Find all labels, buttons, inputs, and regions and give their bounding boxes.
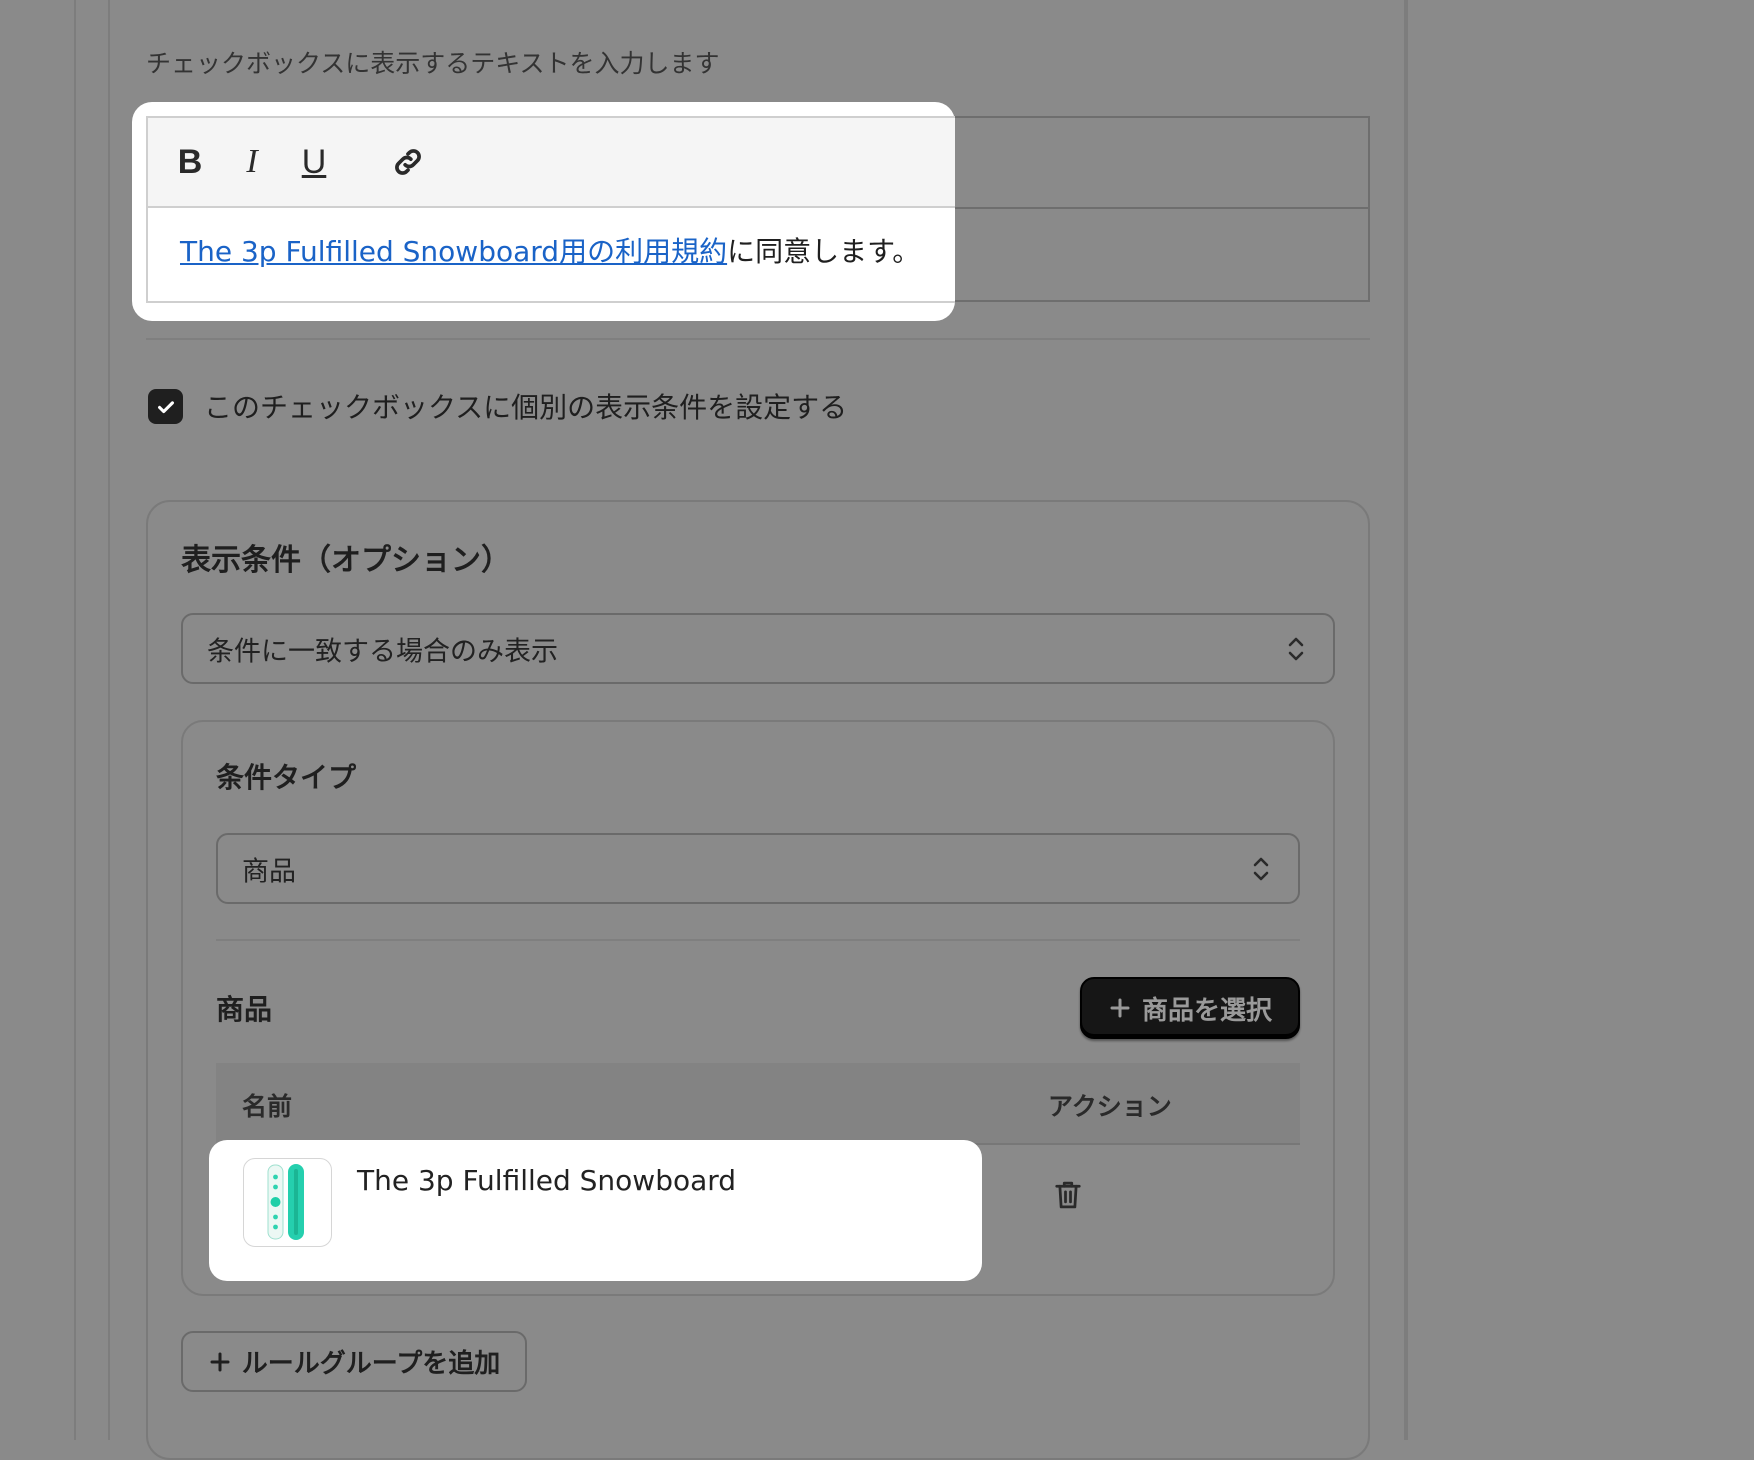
editor-highlight: B I U The 3p Fulfilled Snowboard用の利用規約に同… — [132, 102, 955, 321]
condition-type-value: 商品 — [242, 856, 296, 887]
column-header-name: 名前 — [242, 1092, 293, 1121]
visibility-checkbox[interactable] — [148, 389, 183, 424]
condition-type-select[interactable]: 商品 — [216, 833, 1300, 904]
conditions-title: 表示条件（オプション） — [181, 543, 511, 578]
add-rule-group-button[interactable]: ルールグループを追加 — [181, 1331, 527, 1392]
display-mode-value: 条件に一致する場合のみ表示 — [207, 636, 558, 667]
product-thumbnail — [243, 1158, 332, 1247]
chevron-updown-icon — [1288, 637, 1304, 660]
rule-group-divider — [216, 939, 1300, 941]
link-icon — [395, 149, 421, 175]
column-header-action: アクション — [1048, 1092, 1172, 1121]
editor-toolbar: B I U — [148, 118, 955, 208]
trash-icon — [1055, 1181, 1081, 1209]
add-rule-group-label: ルールグループを追加 — [241, 1349, 501, 1379]
visibility-checkbox-label: このチェックボックスに個別の表示条件を設定する — [204, 391, 848, 424]
bold-button[interactable]: B — [168, 140, 212, 184]
terms-link[interactable]: The 3p Fulfilled Snowboard用の利用規約 — [180, 235, 727, 268]
editor-content[interactable]: The 3p Fulfilled Snowboard用の利用規約に同意します。 — [180, 230, 920, 270]
products-table-header: 名前 アクション — [216, 1063, 1300, 1145]
select-products-label: 商品を選択 — [1141, 995, 1272, 1026]
products-title: 商品 — [216, 993, 273, 1026]
check-icon — [157, 400, 174, 413]
chevron-updown-icon — [1253, 857, 1269, 880]
plus-icon — [210, 1352, 230, 1371]
table-row: The 3p Fulfilled Snowboard — [209, 1140, 982, 1281]
delete-product-button[interactable] — [1053, 1178, 1083, 1216]
editor-helper-text: チェックボックスに表示するテキストを入力します — [146, 49, 720, 78]
plus-icon — [1110, 998, 1130, 1018]
section-divider — [146, 338, 1370, 340]
underline-button[interactable]: U — [292, 140, 336, 184]
select-products-button[interactable]: 商品を選択 — [1080, 977, 1300, 1039]
product-name: The 3p Fulfilled Snowboard — [357, 1164, 737, 1197]
rich-text-editor: B I U The 3p Fulfilled Snowboard用の利用規約に同… — [146, 116, 955, 303]
editor-trailing-text: に同意します。 — [727, 235, 921, 268]
display-mode-select[interactable]: 条件に一致する場合のみ表示 — [181, 613, 1335, 684]
condition-type-title: 条件タイプ — [216, 761, 357, 794]
link-button[interactable] — [386, 140, 430, 184]
italic-button[interactable]: I — [230, 140, 274, 184]
